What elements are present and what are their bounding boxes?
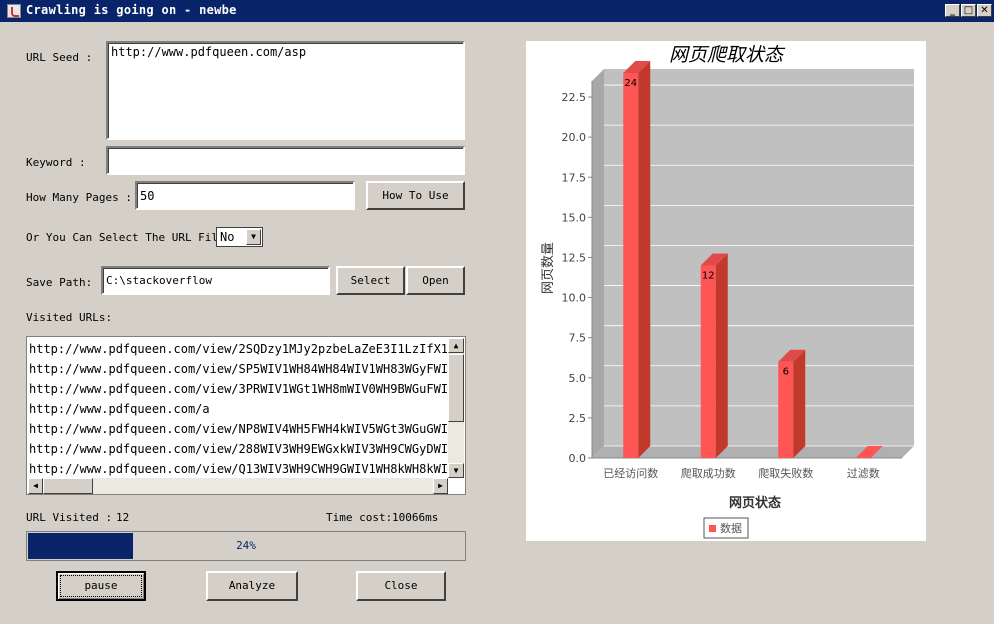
list-item[interactable]: http://www.pdfqueen.com/view/288WIV3WH9E… xyxy=(29,439,447,459)
plot-background xyxy=(604,69,914,446)
time-cost-value: 10066ms xyxy=(392,511,439,524)
progress-bar: 24% xyxy=(26,531,466,561)
select-button[interactable]: Select xyxy=(336,266,405,295)
y-tick-label: 17.5 xyxy=(562,171,587,184)
chevron-down-icon[interactable]: ▼ xyxy=(246,229,261,245)
close-button[interactable]: Close xyxy=(356,571,446,601)
scroll-left-icon[interactable]: ◀ xyxy=(28,478,43,494)
keyword-input[interactable] xyxy=(106,146,465,175)
list-item[interactable]: http://www.pdfqueen.com/view/SP5WIV1WH84… xyxy=(29,359,447,379)
data-label: 24 xyxy=(624,78,637,89)
legend-swatch xyxy=(709,525,716,532)
list-item[interactable]: http://www.pdfqueen.com/view/NP8WIV4WH5F… xyxy=(29,419,447,439)
close-window-button[interactable]: ✕ xyxy=(977,4,992,17)
url-seed-label: URL Seed : xyxy=(26,51,93,64)
x-tick-label: 已经访问数 xyxy=(603,467,658,480)
url-file-select[interactable]: No ▼ xyxy=(216,227,263,247)
visited-urls-label: Visited URLs: xyxy=(26,311,113,324)
scroll-down-icon[interactable]: ▼ xyxy=(448,463,464,478)
legend: 数据 xyxy=(703,517,749,539)
y-tick-label: 20.0 xyxy=(562,131,587,144)
how-to-use-button[interactable]: How To Use xyxy=(366,181,465,210)
y-tick-label: 15.0 xyxy=(562,211,587,224)
y-tick-label: 2.5 xyxy=(569,412,587,425)
save-path-input[interactable]: C:\stackoverflow xyxy=(101,266,330,295)
scroll-right-icon[interactable]: ▶ xyxy=(433,478,448,494)
y-tick-label: 10.0 xyxy=(562,292,587,305)
list-item[interactable]: http://www.pdfqueen.com/view/3PRWIV1WGt1… xyxy=(29,379,447,399)
plot-area: 0.0 2.5 5.0 7.5 10.0 12.5 15.0 17.5 20.0 22.5 24 已经… xyxy=(562,60,914,480)
y-tick-label: 0.0 xyxy=(569,452,587,465)
data-label: 6 xyxy=(783,367,789,378)
bar-chart: 网页爬取状态 0.0 2.5 5.0 7.5 10.0 12.5 15.0 17.5 20.0 2… xyxy=(541,44,914,539)
maximize-button[interactable]: □ xyxy=(961,4,976,17)
visited-urls-viewport: http://www.pdfqueen.com/view/2SQDzy1MJy2… xyxy=(29,339,447,479)
horizontal-scroll-thumb[interactable] xyxy=(43,478,93,494)
visited-urls-list[interactable]: http://www.pdfqueen.com/view/2SQDzy1MJy2… xyxy=(26,336,466,495)
url-visited-label: URL Visited : xyxy=(26,511,113,524)
keyword-label: Keyword : xyxy=(26,156,86,169)
horizontal-scrollbar[interactable]: ◀ ▶ xyxy=(28,478,448,494)
x-tick-label: 爬取失败数 xyxy=(758,466,813,480)
pages-input[interactable]: 50 xyxy=(135,181,355,210)
chart-panel: 网页爬取状态 0.0 2.5 5.0 7.5 10.0 12.5 15.0 17.5 20.0 2… xyxy=(526,41,926,541)
x-tick-label: 过滤数 xyxy=(847,467,880,480)
x-axis-title: 网页状态 xyxy=(729,495,781,511)
url-file-label: Or You Can Select The URL File: xyxy=(26,231,232,244)
vertical-scroll-thumb[interactable] xyxy=(448,354,464,422)
y-axis-title: 网页数量 xyxy=(541,242,556,294)
bar-side xyxy=(715,253,728,458)
save-path-label: Save Path: xyxy=(26,276,93,289)
pause-button[interactable]: pause xyxy=(56,571,146,601)
bar-side xyxy=(638,60,651,458)
time-cost-label: Time cost: xyxy=(326,511,393,524)
y-tick-label: 22.5 xyxy=(562,91,587,104)
y-tick-label: 12.5 xyxy=(562,251,587,264)
chart-title: 网页爬取状态 xyxy=(669,44,786,66)
list-item[interactable]: http://www.pdfqueen.com/view/Q13WIV3WH9C… xyxy=(29,459,447,479)
vertical-scrollbar[interactable]: ▲ ▼ xyxy=(448,338,464,478)
pages-label: How Many Pages : xyxy=(26,191,132,204)
java-app-icon xyxy=(7,4,21,18)
url-file-select-value: No xyxy=(220,230,235,244)
window-title: Crawling is going on - newbe xyxy=(26,3,237,17)
data-label: 12 xyxy=(702,270,715,281)
bar xyxy=(700,265,716,458)
bar-side xyxy=(793,349,806,458)
minimize-button[interactable]: _ xyxy=(945,4,960,17)
scroll-up-icon[interactable]: ▲ xyxy=(448,338,464,353)
progress-text: 24% xyxy=(236,539,256,552)
y-tick-label: 7.5 xyxy=(569,332,587,345)
legend-label: 数据 xyxy=(720,521,742,535)
x-tick-label: 爬取成功数 xyxy=(681,467,736,480)
url-seed-input[interactable]: http://www.pdfqueen.com/asp xyxy=(106,41,465,140)
plot-left-wall xyxy=(592,69,604,458)
bar xyxy=(623,72,639,458)
list-item[interactable]: http://www.pdfqueen.com/view/2SQDzy1MJy2… xyxy=(29,339,447,359)
url-visited-count: 12 xyxy=(116,511,130,524)
open-button[interactable]: Open xyxy=(406,266,465,295)
y-tick-label: 5.0 xyxy=(569,372,587,385)
list-item[interactable]: http://www.pdfqueen.com/a xyxy=(29,399,447,419)
analyze-button[interactable]: Analyze xyxy=(206,571,298,601)
